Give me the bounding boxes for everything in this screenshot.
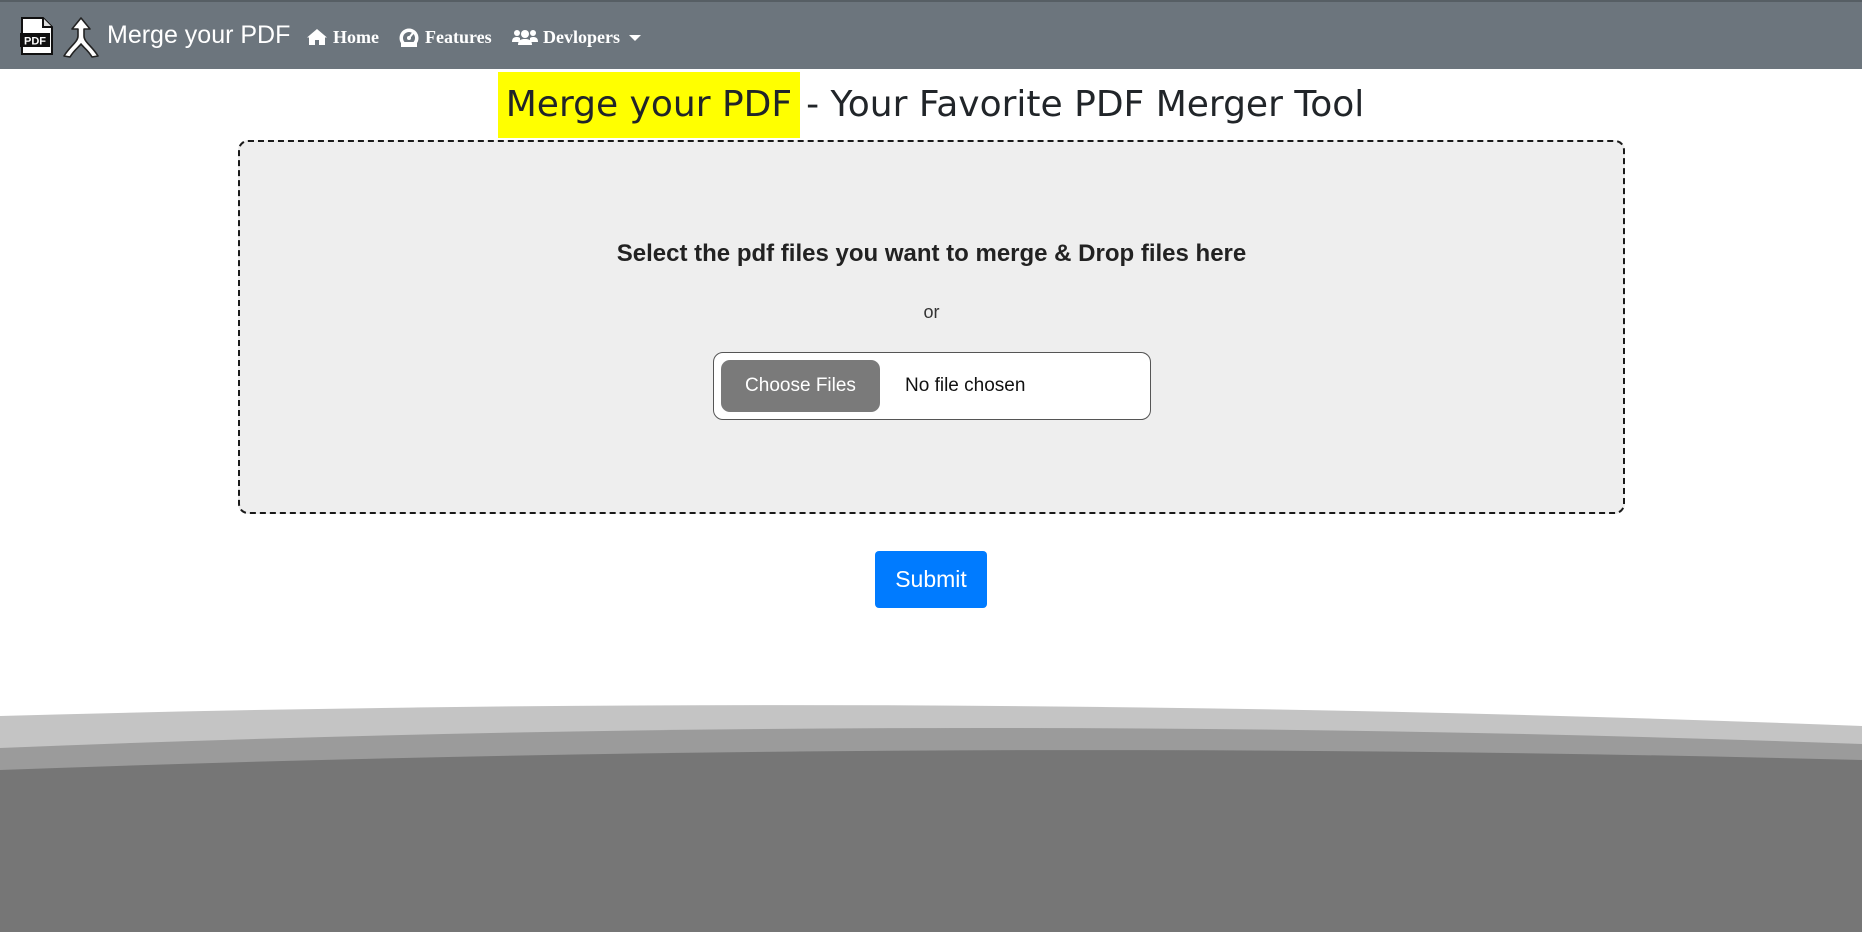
page-title: Merge your PDF - Your Favorite PDF Merger…	[0, 72, 1862, 138]
file-input[interactable]: Choose Files No file chosen	[713, 352, 1151, 420]
drop-zone-or: or	[923, 302, 940, 322]
file-drop-zone[interactable]: Select the pdf files you want to merge &…	[238, 140, 1625, 514]
home-icon	[307, 29, 327, 45]
footer-wave-decoration	[0, 705, 1862, 932]
page-title-highlight: Merge your PDF	[497, 72, 801, 138]
brand-title[interactable]: Merge your PDF	[107, 20, 290, 50]
page-title-rest: - Your Favorite PDF Merger Tool	[806, 84, 1365, 125]
file-status-text: No file chosen	[905, 375, 1026, 396]
chevron-down-icon	[628, 35, 641, 41]
nav-features-link[interactable]: Features	[398, 24, 492, 50]
nav-developers-label: Devlopers	[543, 26, 620, 47]
submit-button[interactable]: Submit	[875, 551, 987, 608]
drop-zone-title: Select the pdf files you want to merge &…	[616, 240, 1247, 267]
nav-home-link[interactable]: Home	[306, 24, 379, 50]
merge-logo-icon[interactable]	[62, 16, 100, 58]
nav-features-label: Features	[425, 26, 492, 47]
users-icon	[512, 30, 538, 45]
pdf-logo-text: PDF	[24, 36, 46, 48]
nav-home-label: Home	[333, 26, 379, 47]
top-navbar: PDF Merge your PDF Home Features Devlope	[0, 0, 1862, 69]
nav-developers-dropdown[interactable]: Devlopers	[512, 24, 641, 50]
gauge-icon	[399, 28, 419, 47]
pdf-file-icon[interactable]: PDF	[20, 17, 54, 55]
choose-files-button[interactable]: Choose Files	[721, 360, 880, 412]
